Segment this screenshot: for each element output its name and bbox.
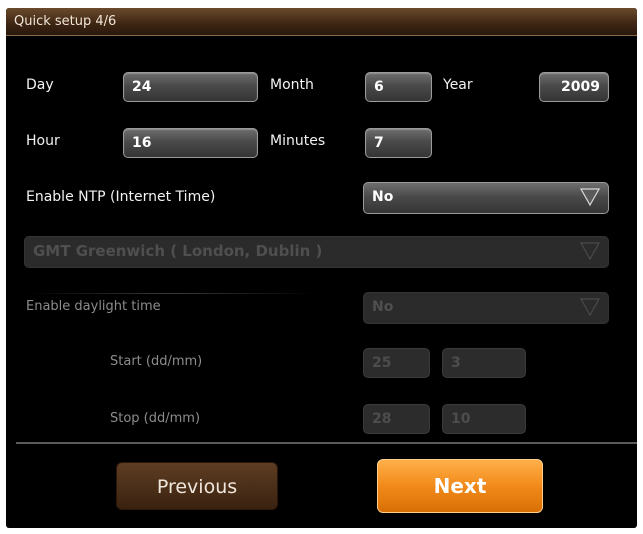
- minutes-label: Minutes: [270, 133, 326, 149]
- footer-divider: [16, 442, 637, 444]
- dropdown-triangle-icon: [580, 298, 600, 316]
- daylight-select[interactable]: No: [363, 292, 609, 324]
- month-field[interactable]: 6: [365, 72, 432, 102]
- dropdown-triangle-icon: [580, 188, 600, 206]
- ntp-select[interactable]: No: [363, 182, 609, 214]
- start-month-field[interactable]: 3: [442, 348, 526, 378]
- ntp-select-value: No: [372, 189, 394, 205]
- next-button[interactable]: Next: [377, 459, 543, 513]
- hour-label: Hour: [26, 133, 60, 149]
- minutes-field[interactable]: 7: [365, 128, 432, 158]
- timezone-select[interactable]: GMT Greenwich ( London, Dublin ): [24, 236, 609, 268]
- year-label: Year: [443, 77, 473, 93]
- setup-window: Quick setup 4/6 Day 24 Month 6 Year 2009…: [6, 8, 637, 528]
- dropdown-triangle-icon: [580, 242, 600, 260]
- year-field[interactable]: 2009: [539, 72, 609, 102]
- day-field[interactable]: 24: [123, 72, 258, 102]
- stop-month-field[interactable]: 10: [442, 404, 526, 434]
- day-label: Day: [26, 77, 54, 93]
- title-bar: Quick setup 4/6: [6, 8, 637, 36]
- previous-button[interactable]: Previous: [116, 462, 278, 510]
- start-day-field[interactable]: 25: [363, 348, 430, 378]
- daylight-select-value: No: [372, 299, 394, 315]
- stop-day-field[interactable]: 28: [363, 404, 430, 434]
- hour-field[interactable]: 16: [123, 128, 258, 158]
- daylight-label: Enable daylight time: [26, 299, 161, 314]
- window-title: Quick setup 4/6: [14, 14, 117, 29]
- month-label: Month: [270, 77, 314, 93]
- stop-label: Stop (dd/mm): [110, 411, 201, 426]
- timezone-select-value: GMT Greenwich ( London, Dublin ): [33, 242, 323, 260]
- start-label: Start (dd/mm): [110, 354, 203, 369]
- section-separator: [26, 293, 316, 294]
- ntp-label: Enable NTP (Internet Time): [26, 189, 216, 205]
